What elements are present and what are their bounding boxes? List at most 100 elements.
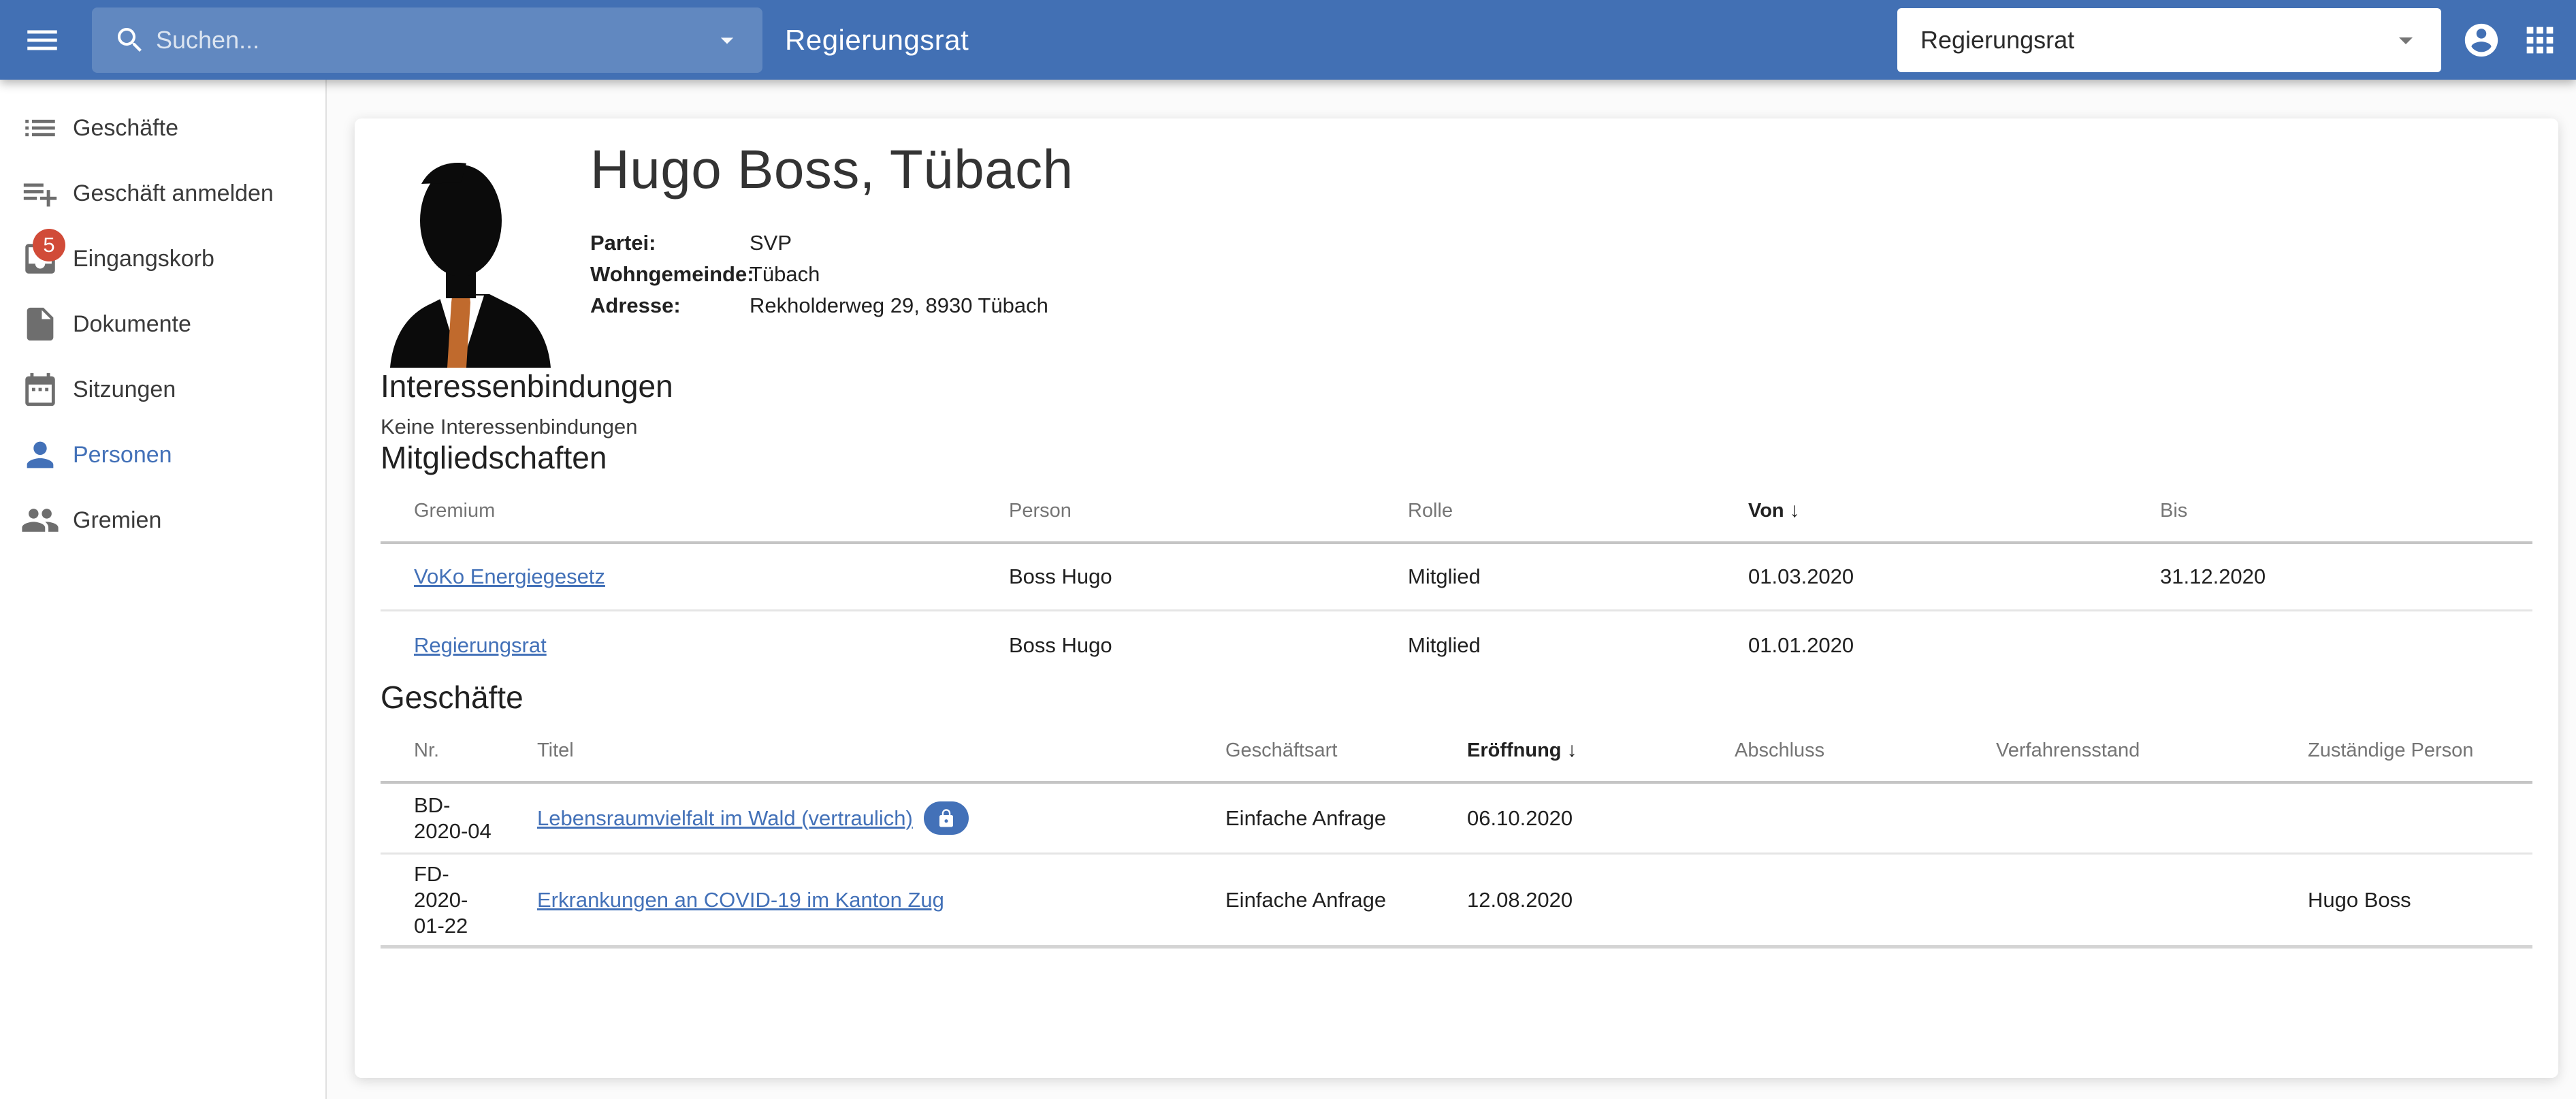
- person-info: Hugo Boss, Tübach Partei: SVP Wohngemein…: [590, 138, 1074, 321]
- detail-value-adresse: Rekholderweg 29, 8930 Tübach: [750, 290, 1074, 321]
- table-row: VoKo Energiegesetz Boss Hugo Mitglied 01…: [381, 544, 2532, 611]
- gremium-link[interactable]: Regierungsrat: [414, 633, 547, 657]
- file-icon: [20, 304, 60, 344]
- cell-gremium: VoKo Energiegesetz: [381, 564, 1009, 590]
- sidebar-item-label: Dokumente: [73, 311, 191, 338]
- lock-icon: [936, 808, 956, 829]
- cell-titel: Erkrankungen an COVID-19 im Kanton Zug: [537, 887, 1225, 913]
- hamburger-icon: [22, 20, 62, 60]
- interessenbindungen-empty-text: Keine Interessenbindungen: [381, 415, 2532, 439]
- col-header-gremium[interactable]: Gremium: [381, 480, 1009, 541]
- section-title-geschaefte: Geschäfte: [381, 679, 2532, 716]
- sidebar-item-geschaeft-anmelden[interactable]: Geschäft anmelden: [0, 161, 325, 226]
- search-icon: [114, 24, 146, 57]
- chevron-down-icon: [2389, 24, 2422, 57]
- cell-nr: FD-2020-01-22: [381, 861, 537, 939]
- list-icon: [20, 108, 60, 148]
- apps-grid-icon: [2520, 20, 2560, 60]
- cell-von: 01.03.2020: [1748, 564, 2160, 590]
- geschaefte-table-header: Nr. Titel Geschäftsart Eröffnung ↓ Absch…: [381, 720, 2532, 784]
- sidebar-item-eingangskorb[interactable]: 5 Eingangskorb: [0, 226, 325, 291]
- avatar: [381, 155, 559, 368]
- cell-von: 01.01.2020: [1748, 633, 2160, 658]
- person-details: Partei: SVP Wohngemeinde: Tübach Adresse…: [590, 227, 1074, 321]
- cell-rolle: Mitglied: [1408, 564, 1748, 590]
- mitgliedschaften-table: Gremium Person Rolle Von ↓ Bis VoKo Ener…: [381, 480, 2532, 679]
- sidebar-item-label: Geschäfte: [73, 115, 178, 142]
- geschaefte-table: Nr. Titel Geschäftsart Eröffnung ↓ Absch…: [381, 720, 2532, 949]
- geschaeft-link[interactable]: Erkrankungen an COVID-19 im Kanton Zug: [537, 888, 944, 912]
- table-row: Regierungsrat Boss Hugo Mitglied 01.01.2…: [381, 611, 2532, 679]
- col-header-nr[interactable]: Nr.: [381, 720, 537, 781]
- gremium-link[interactable]: VoKo Energiegesetz: [414, 564, 605, 588]
- app-root: Suchen... Regierungsrat Regierungsrat: [0, 0, 2576, 1099]
- detail-value-partei: SVP: [750, 227, 1074, 259]
- sidebar-item-gremien[interactable]: Gremien: [0, 488, 325, 553]
- col-header-person[interactable]: Person: [1009, 480, 1408, 541]
- sidebar-item-geschaefte[interactable]: Geschäfte: [0, 95, 325, 161]
- cell-geschaeftsart: Einfache Anfrage: [1225, 806, 1467, 831]
- calendar-icon: [20, 370, 60, 409]
- playlist-add-icon: [20, 174, 60, 213]
- cell-zustaendige-person: Hugo Boss: [2308, 887, 2532, 913]
- sidebar-item-personen[interactable]: Personen: [0, 422, 325, 488]
- mandant-select[interactable]: Regierungsrat: [1897, 8, 2441, 72]
- cell-nr: BD-2020-04: [381, 793, 537, 844]
- sidebar-item-label: Sitzungen: [73, 377, 176, 403]
- cell-bis: 31.12.2020: [2160, 564, 2532, 590]
- cell-eroeffnung: 12.08.2020: [1467, 887, 1735, 913]
- apps-grid-button[interactable]: [2520, 20, 2560, 60]
- col-header-titel[interactable]: Titel: [537, 720, 1225, 781]
- sidebar-item-label: Gremien: [73, 507, 161, 534]
- sidebar-item-dokumente[interactable]: Dokumente: [0, 291, 325, 357]
- sidebar-item-label: Personen: [73, 442, 172, 468]
- col-header-von[interactable]: Von ↓: [1748, 480, 2160, 541]
- page-title: Regierungsrat: [785, 24, 969, 57]
- person-name: Hugo Boss, Tübach: [590, 138, 1074, 202]
- cell-person: Boss Hugo: [1009, 633, 1408, 658]
- confidential-badge: [924, 801, 969, 835]
- person-header: Hugo Boss, Tübach Partei: SVP Wohngemein…: [381, 138, 2532, 368]
- col-header-eroeffnung-label: Eröffnung: [1467, 739, 1562, 762]
- mitgliedschaften-table-header: Gremium Person Rolle Von ↓ Bis: [381, 480, 2532, 544]
- col-header-bis[interactable]: Bis: [2160, 480, 2532, 541]
- cell-gremium: Regierungsrat: [381, 633, 1009, 658]
- cell-titel: Lebensraumvielfalt im Wald (vertraulich): [537, 801, 1225, 835]
- search-scope-dropdown-icon[interactable]: [712, 25, 742, 55]
- top-app-bar: Suchen... Regierungsrat Regierungsrat: [0, 0, 2576, 80]
- table-row: BD-2020-04 Lebensraumvielfalt im Wald (v…: [381, 784, 2532, 855]
- menu-button[interactable]: [22, 20, 62, 60]
- col-header-abschluss[interactable]: Abschluss: [1735, 720, 1996, 781]
- account-circle-icon: [2462, 20, 2501, 60]
- detail-label-adresse: Adresse:: [590, 290, 750, 321]
- people-icon: [20, 500, 60, 540]
- sidebar-item-sitzungen[interactable]: Sitzungen: [0, 357, 325, 422]
- cell-rolle: Mitglied: [1408, 633, 1748, 658]
- person-detail-card: Hugo Boss, Tübach Partei: SVP Wohngemein…: [355, 118, 2558, 1078]
- section-title-mitgliedschaften: Mitgliedschaften: [381, 439, 2532, 476]
- sidebar-item-label: Geschäft anmelden: [73, 180, 274, 207]
- sidebar-item-label: Eingangskorb: [73, 246, 214, 272]
- unread-count-badge: 5: [33, 229, 65, 261]
- cell-geschaeftsart: Einfache Anfrage: [1225, 887, 1467, 913]
- detail-value-wohngemeinde: Tübach: [750, 259, 1074, 290]
- col-header-zustaendige-person[interactable]: Zuständige Person: [2308, 720, 2532, 781]
- sort-desc-icon: ↓: [1790, 499, 1800, 522]
- person-icon: [20, 435, 60, 475]
- col-header-von-label: Von: [1748, 500, 1784, 522]
- cell-eroeffnung: 06.10.2020: [1467, 806, 1735, 831]
- col-header-verfahrensstand[interactable]: Verfahrensstand: [1996, 720, 2308, 781]
- col-header-eroeffnung[interactable]: Eröffnung ↓: [1467, 720, 1735, 781]
- sidebar-nav: Geschäfte Geschäft anmelden 5 Eingangsko…: [0, 80, 327, 1099]
- col-header-geschaeftsart[interactable]: Geschäftsart: [1225, 720, 1467, 781]
- detail-label-partei: Partei:: [590, 227, 750, 259]
- search-input[interactable]: Suchen...: [92, 7, 762, 73]
- account-button[interactable]: [2462, 20, 2501, 60]
- table-row: FD-2020-01-22 Erkrankungen an COVID-19 i…: [381, 855, 2532, 949]
- sort-desc-icon: ↓: [1567, 739, 1577, 762]
- geschaeft-link[interactable]: Lebensraumvielfalt im Wald (vertraulich): [537, 806, 913, 831]
- detail-label-wohngemeinde: Wohngemeinde:: [590, 259, 750, 290]
- section-title-interessenbindungen: Interessenbindungen: [381, 368, 2532, 404]
- col-header-rolle[interactable]: Rolle: [1408, 480, 1748, 541]
- mandant-select-value: Regierungsrat: [1920, 26, 2074, 54]
